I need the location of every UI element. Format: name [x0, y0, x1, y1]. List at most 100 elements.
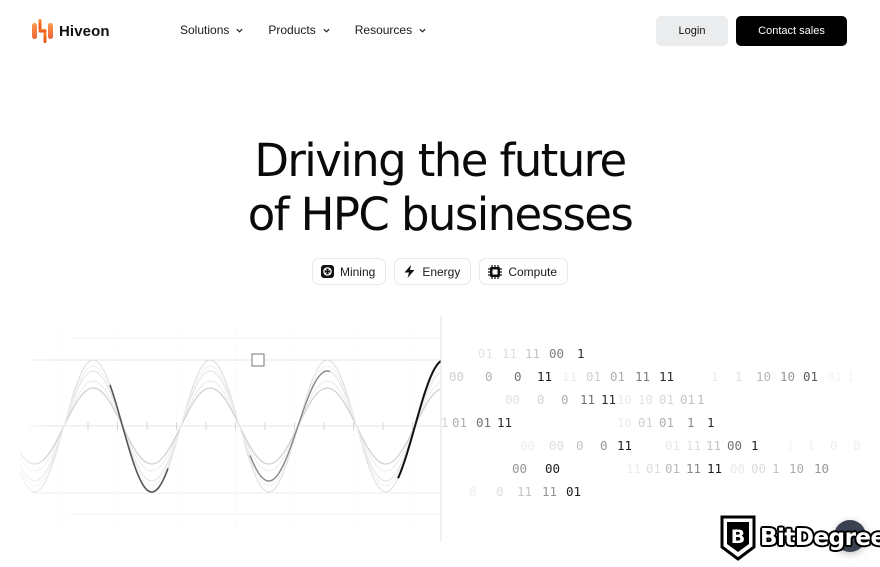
binary-token: 00	[549, 346, 565, 361]
binary-token: 00	[545, 461, 561, 476]
binary-token: 00	[549, 438, 565, 453]
binary-token: 1	[577, 346, 585, 361]
nav-solutions-label: Solutions	[180, 23, 230, 37]
binary-token: 11	[562, 369, 578, 384]
binary-token: 0	[537, 392, 545, 407]
binary-token: 11	[686, 438, 702, 453]
binary-token: 01	[659, 392, 675, 407]
binary-token: 11	[580, 392, 596, 407]
mining-icon	[320, 265, 334, 278]
binary-token: 10	[780, 369, 796, 384]
chevron-down-icon	[419, 28, 426, 33]
brand-name: Hiveon	[59, 22, 110, 40]
hiveon-logo-icon	[32, 19, 53, 43]
binary-token: 11	[686, 461, 702, 476]
binary-token: 11	[502, 346, 518, 361]
binary-token: 11	[497, 415, 513, 430]
binary-token: 1	[707, 415, 715, 430]
binary-token: 1	[847, 369, 855, 384]
binary-token: 01	[586, 369, 602, 384]
hero-visual: 01 11 11 00 1 00 0 0 11 11 01 01 11 11 1 1 10 10 01 01 1 00 0 0…	[0, 316, 880, 541]
binary-token: 11	[517, 484, 533, 499]
binary-token: 11	[626, 461, 642, 476]
chip-mining[interactable]: Mining	[311, 258, 387, 285]
binary-token: 1	[711, 369, 719, 384]
chip-energy-label: Energy	[422, 264, 461, 279]
contact-sales-button[interactable]: Contact sales	[736, 16, 847, 46]
binary-token: 0	[485, 369, 493, 384]
binary-token: 0	[561, 392, 569, 407]
left-fade	[0, 316, 442, 541]
bitdegree-shield-icon: B	[720, 515, 756, 561]
hero-title-line-1: Driving the future	[254, 134, 627, 187]
svg-text:B: B	[731, 526, 745, 548]
binary-token: 11	[706, 438, 722, 453]
binary-token: 01	[665, 461, 681, 476]
binary-token: 11	[542, 484, 558, 499]
binary-token: 11	[537, 369, 553, 384]
binary-token: 0	[514, 369, 522, 384]
binary-token: 11	[707, 461, 723, 476]
binary-token: 10	[617, 415, 633, 430]
chip-mining-label: Mining	[339, 264, 376, 279]
chevron-down-icon	[323, 28, 330, 33]
binary-token: 11	[601, 392, 617, 407]
binary-token: 11	[635, 369, 651, 384]
binary-token: 01	[680, 392, 696, 407]
binary-token: 00	[751, 461, 767, 476]
binary-token: 11	[525, 346, 541, 361]
hero-title: Driving the future of HPC businesses	[0, 134, 880, 242]
binary-token: 0	[469, 484, 477, 499]
binary-token: 01	[452, 415, 468, 430]
binary-token: 01	[665, 438, 681, 453]
binary-token: 01	[638, 415, 654, 430]
binary-stream: 01 11 11 00 1 00 0 0 11 11 01 01 11 11 1 1 10 10 01 01 1 00 0 0…	[441, 316, 880, 541]
category-chips: Mining Energy Compute	[0, 258, 880, 285]
binary-token: 1	[787, 438, 795, 453]
binary-token: 10	[789, 461, 805, 476]
site-header: Hiveon Solutions Products Resources Logi…	[0, 0, 880, 62]
binary-token: 1	[441, 415, 449, 430]
chip-energy[interactable]: Energy	[394, 258, 472, 285]
nav-products[interactable]: Products	[268, 23, 330, 37]
binary-token: 00	[730, 461, 746, 476]
binary-token: 01	[610, 369, 626, 384]
binary-token: 01	[646, 461, 662, 476]
binary-token: 1	[687, 415, 695, 430]
chip-icon	[488, 264, 503, 279]
binary-token: 00	[449, 369, 465, 384]
hero-title-line-2: of HPC businesses	[247, 188, 634, 241]
chevron-down-icon	[236, 28, 243, 33]
binary-token: 01	[478, 346, 494, 361]
binary-token: 1	[697, 392, 705, 407]
binary-token: 0	[830, 438, 838, 453]
logo[interactable]: Hiveon	[32, 19, 110, 43]
binary-token: 1	[772, 461, 780, 476]
binary-token: 0	[853, 438, 861, 453]
main-nav: Solutions Products Resources	[180, 23, 451, 37]
binary-token: 00	[727, 438, 743, 453]
bitdegree-text: BitDegree	[760, 525, 880, 551]
binary-token: 11	[659, 369, 675, 384]
binary-token: 01	[476, 415, 492, 430]
binary-token: 00	[520, 438, 536, 453]
binary-token: 0	[496, 484, 504, 499]
binary-token: 01	[803, 369, 819, 384]
binary-token: 0	[576, 438, 584, 453]
binary-token: 1	[807, 438, 815, 453]
binary-token: 01	[827, 369, 843, 384]
binary-token: 00	[505, 392, 521, 407]
lightning-bolt-icon	[404, 265, 415, 278]
binary-token: 10	[756, 369, 772, 384]
nav-resources[interactable]: Resources	[355, 23, 427, 37]
binary-token: 00	[512, 461, 528, 476]
binary-token: 1	[735, 369, 743, 384]
login-button[interactable]: Login	[656, 16, 728, 46]
chip-compute-label: Compute	[508, 264, 558, 279]
binary-token: 10	[617, 392, 633, 407]
binary-token: 11	[617, 438, 633, 453]
nav-resources-label: Resources	[354, 23, 413, 37]
binary-token: 01	[566, 484, 582, 499]
chip-compute[interactable]: Compute	[479, 258, 569, 285]
nav-solutions[interactable]: Solutions	[180, 23, 244, 37]
